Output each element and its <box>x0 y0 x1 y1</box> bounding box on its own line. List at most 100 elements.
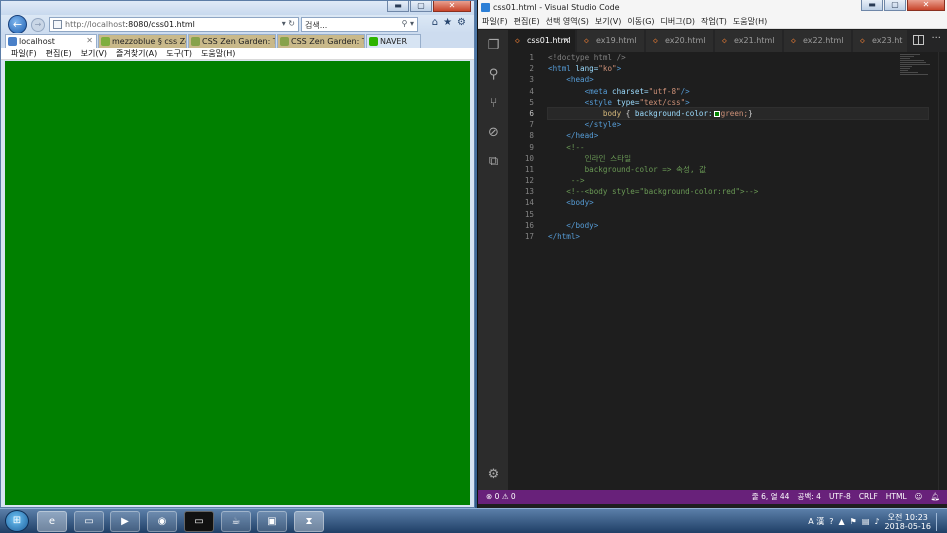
vs-minimize-button[interactable]: ▬ <box>861 0 883 11</box>
windows-start-icon[interactable]: ⊞ <box>5 510 29 532</box>
editor-tab-ex23[interactable]: ◇ ex23.ht <box>853 30 908 52</box>
code-line[interactable]: <!-- <box>548 142 928 153</box>
code-line[interactable]: --> <box>548 175 928 186</box>
taskbar-cmd-icon[interactable]: ▭ <box>184 511 214 532</box>
vs-menu-edit[interactable]: 편집(E) <box>514 15 540 28</box>
ie-tab-naver[interactable]: NAVER <box>366 34 421 48</box>
tray-flag-icon[interactable]: ⚑ <box>850 517 857 526</box>
ie-menu-favorites[interactable]: 즐겨찾기(A) <box>116 48 157 59</box>
taskbar-vscode-icon[interactable]: ⧗ <box>294 511 324 532</box>
address-url[interactable]: http://localhost:8080/css01.html <box>65 20 195 29</box>
ie-menu-view[interactable]: 보기(V) <box>81 48 107 59</box>
vs-menu-view[interactable]: 보기(V) <box>595 15 621 28</box>
refresh-icon[interactable]: ↻ <box>288 19 295 28</box>
editor-tab-css01[interactable]: ◇ css01.html ✕ <box>508 30 576 52</box>
ie-titlebar[interactable]: ▬ ▢ ✕ <box>1 1 474 15</box>
gear-icon[interactable]: ⚙ <box>486 467 501 482</box>
code-line[interactable]: <style type="text/css"> <box>548 97 928 108</box>
search-dropdown-icon[interactable]: ▾ <box>282 19 286 28</box>
show-desktop-icon[interactable] <box>936 512 942 531</box>
code-line[interactable]: <html lang="ko"> <box>548 63 928 74</box>
ie-tab-zen-garden-2[interactable]: CSS Zen Garden: The... <box>277 34 365 48</box>
vscode-titlebar[interactable]: css01.html - Visual Studio Code ▬ ▢ ✕ <box>478 0 947 15</box>
tray-clock[interactable]: 오전 10:23 2018-05-16 <box>885 513 932 531</box>
taskbar-chrome-icon[interactable]: ◉ <box>147 511 177 532</box>
code-line[interactable]: <meta charset="utf-8"/> <box>548 86 928 97</box>
taskbar-ie-icon[interactable]: e <box>37 511 67 532</box>
ie-tab-localhost[interactable]: localhost ✕ <box>5 34 97 48</box>
problems-indicator[interactable]: ⊗ 0 ⚠ 0 <box>486 490 516 504</box>
code-line[interactable]: </html> <box>548 231 928 242</box>
code-line[interactable]: <head> <box>548 74 928 85</box>
code-line[interactable] <box>548 209 928 220</box>
code-line[interactable]: </head> <box>548 130 928 141</box>
ie-maximize-button[interactable]: ▢ <box>410 1 432 12</box>
smiley-feedback-icon[interactable]: ☺ <box>915 490 923 504</box>
debug-icon[interactable]: ⊘ <box>486 125 501 140</box>
indentation[interactable]: 공백: 4 <box>797 490 820 504</box>
back-arrow-icon[interactable]: ← <box>8 15 27 34</box>
taskbar-folder-icon[interactable]: ▭ <box>74 511 104 532</box>
color-swatch-icon[interactable] <box>713 110 720 117</box>
code-line[interactable]: background-color => 속성, 값 <box>548 164 928 175</box>
ie-menu-file[interactable]: 파일(F) <box>11 48 37 59</box>
vs-menu-go[interactable]: 이동(G) <box>627 15 654 28</box>
code-line[interactable]: 인라인 스타일 <box>548 153 928 164</box>
cursor-position[interactable]: 줄 6, 열 44 <box>752 490 790 504</box>
ie-tab-mezzoblue[interactable]: mezzoblue § css Zen... <box>98 34 187 48</box>
favorites-star-icon[interactable]: ★ <box>443 17 452 28</box>
language-mode[interactable]: HTML <box>886 490 907 504</box>
taskbar-media-player-icon[interactable]: ▶ <box>110 511 140 532</box>
address-controls[interactable]: ▾ ↻ <box>282 19 295 28</box>
vs-menu-tasks[interactable]: 작업(T) <box>701 15 727 28</box>
explorer-files-icon[interactable]: ❐ <box>486 38 501 53</box>
editor-scrollbar[interactable] <box>938 52 947 490</box>
tray-help-icon[interactable]: ? <box>829 517 833 526</box>
gear-icon[interactable]: ⚙ <box>457 17 466 28</box>
more-actions-icon[interactable]: ··· <box>931 33 941 44</box>
vs-menu-file[interactable]: 파일(F) <box>482 15 508 28</box>
ie-minimize-button[interactable]: ▬ <box>387 1 409 12</box>
search-box[interactable]: 검색... ⚲ ▾ <box>301 17 418 32</box>
ie-close-button[interactable]: ✕ <box>433 1 471 12</box>
ie-menu-help[interactable]: 도움말(H) <box>201 48 235 59</box>
code-line[interactable]: <body> <box>548 197 928 208</box>
home-icon[interactable]: ⌂ <box>432 17 438 28</box>
code-line-current[interactable]: body { background-color: green;} <box>547 106 929 121</box>
editor-tab-ex21[interactable]: ◇ ex21.html <box>715 30 783 52</box>
forward-arrow-icon[interactable]: → <box>31 18 45 32</box>
tray-volume-icon[interactable]: ♪ <box>874 517 879 526</box>
vs-close-button[interactable]: ✕ <box>907 0 945 11</box>
search-icon[interactable]: ⚲ <box>486 67 501 82</box>
ie-tab-zen-garden-1[interactable]: CSS Zen Garden: The... <box>188 34 276 48</box>
source-control-icon[interactable]: ⑂ <box>486 96 501 111</box>
tray-expand-icon[interactable]: ▲ <box>839 517 845 526</box>
ie-menu-tools[interactable]: 도구(T) <box>166 48 192 59</box>
tray-network-icon[interactable]: ▤ <box>862 517 870 526</box>
search-dropdown-icon[interactable]: ▾ <box>410 19 414 28</box>
vs-menu-debug[interactable]: 디버그(D) <box>661 15 695 28</box>
ie-menu-edit[interactable]: 편집(E) <box>46 48 72 59</box>
code-line[interactable]: <!doctype html /> <box>548 52 928 63</box>
code-line[interactable]: <!--<body style="background-color:red">-… <box>548 186 928 197</box>
taskbar-app-icon[interactable]: ▣ <box>257 511 287 532</box>
vs-menu-help[interactable]: 도움말(H) <box>733 15 767 28</box>
code-line[interactable]: </body> <box>548 220 928 231</box>
taskbar-java-icon[interactable]: ☕︎ <box>221 511 251 532</box>
tray-ime-indicator[interactable]: A 漢 <box>808 516 824 527</box>
vs-menu-selection[interactable]: 선택 영역(S) <box>546 15 589 28</box>
editor-tab-ex20[interactable]: ◇ ex20.html <box>646 30 714 52</box>
editor-tab-ex22[interactable]: ◇ ex22.html <box>784 30 852 52</box>
code-lines[interactable]: <!doctype html /> <html lang="ko"> <head… <box>547 52 929 242</box>
address-bar[interactable]: http://localhost:8080/css01.html ▾ ↻ <box>49 17 299 32</box>
search-icon[interactable]: ⚲ <box>402 19 408 28</box>
split-editor-icon[interactable] <box>913 35 924 45</box>
ie-page-content[interactable] <box>5 61 470 505</box>
vs-maximize-button[interactable]: ▢ <box>884 0 906 11</box>
code-line[interactable]: </style> <box>548 119 928 130</box>
code-editor[interactable]: 1 2 3 4 5 6 7 8 9 10 11 12 13 14 15 16 1… <box>508 52 947 490</box>
extensions-icon[interactable]: ⧉ <box>486 154 501 169</box>
minimap[interactable] <box>900 54 936 82</box>
bell-icon[interactable]: 🔔︎ <box>930 490 940 504</box>
editor-tab-ex19[interactable]: ◇ ex19.html <box>577 30 645 52</box>
